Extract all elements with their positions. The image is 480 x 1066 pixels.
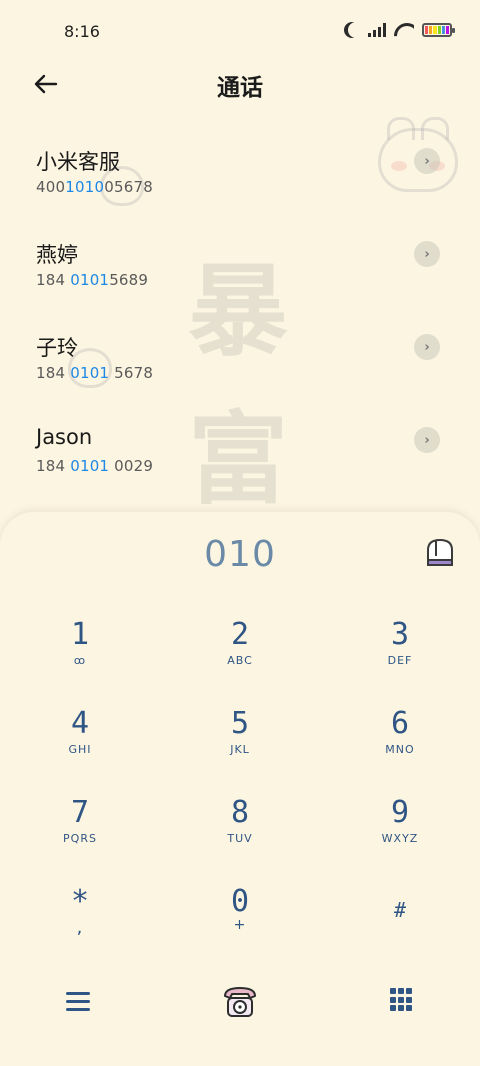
contact-item[interactable]: 燕婷 184 01015689 ›	[0, 223, 480, 316]
contact-number: 184 0101 5678	[36, 364, 153, 382]
number-prefix: 184	[36, 364, 71, 382]
contact-item[interactable]: 小米客服 400101005678 ›	[0, 130, 480, 223]
key-star[interactable]: *,	[20, 887, 140, 967]
menu-line	[66, 1000, 90, 1003]
key-digit: *	[70, 884, 90, 919]
key-digit: 2	[230, 617, 250, 652]
contact-results-list: 小米客服 400101005678 › 燕婷 184 01015689 › 子玲…	[0, 130, 480, 502]
status-icons	[344, 22, 455, 38]
dialer-sheet: 010 1ꝏ 2 ABC 3 DEF 4 GHI 5 JKL 6 MNO 7 PQRS 8T…	[0, 512, 480, 1066]
key-digit: 6	[390, 706, 410, 741]
battery-segment	[445, 26, 450, 34]
do-not-disturb-moon-icon	[348, 22, 364, 38]
key-digit: 9	[390, 795, 410, 830]
key-letters: ,	[76, 917, 84, 938]
contact-detail-chevron-icon[interactable]: ›	[414, 148, 440, 174]
key-digit: 7	[70, 795, 90, 830]
key-letters: GHI	[68, 743, 92, 756]
menu-button[interactable]	[66, 992, 90, 1016]
retro-phone-icon	[224, 987, 256, 1017]
key-letters: +	[233, 917, 247, 933]
contact-name: Jason	[36, 425, 93, 449]
key-2[interactable]: 2 ABC	[180, 620, 300, 700]
cellular-signal-icon	[368, 23, 386, 37]
key-digit: #	[393, 898, 407, 922]
key-digit: 5	[230, 706, 250, 741]
contact-number: 184 01015689	[36, 271, 148, 289]
key-6[interactable]: 6 MNO	[340, 709, 460, 789]
dialed-number-display: 010	[204, 534, 276, 575]
wifi-icon	[394, 23, 414, 37]
contact-name: 子玲	[36, 336, 78, 360]
key-5[interactable]: 5 JKL	[180, 709, 300, 789]
save-contact-button[interactable]	[422, 536, 458, 570]
number-prefix: 184	[36, 271, 71, 289]
key-0[interactable]: 0 +	[180, 887, 300, 967]
key-letters: ABC	[227, 654, 253, 667]
page-header: 通话	[0, 62, 480, 106]
key-letters: DEF	[387, 654, 413, 667]
battery-segment	[425, 26, 429, 34]
menu-line	[66, 1008, 90, 1011]
number-suffix: 05678	[104, 178, 153, 196]
key-digit: 8	[230, 795, 250, 830]
key-letters: JKL	[230, 743, 250, 756]
keypad-toggle-button[interactable]	[390, 988, 414, 1012]
call-button[interactable]	[220, 982, 260, 1022]
status-bar: 8:16	[0, 0, 480, 62]
key-3[interactable]: 3 DEF	[340, 620, 460, 700]
key-9[interactable]: 9 WXYZ	[340, 798, 460, 878]
page-title: 通话	[217, 75, 263, 101]
key-letters: WXYZ	[381, 832, 419, 845]
contact-item[interactable]: 子玲 184 0101 5678 ›	[0, 316, 480, 409]
key-hash[interactable]: #	[340, 900, 460, 980]
number-prefix: 400	[36, 178, 66, 196]
battery-segment	[437, 26, 441, 34]
contact-number: 400101005678	[36, 178, 153, 196]
key-digit: 1	[70, 617, 90, 652]
voicemail-icon: ꝏ	[73, 654, 87, 667]
contact-name: 燕婷	[36, 243, 78, 267]
number-suffix: 5678	[109, 364, 154, 382]
battery-segment	[433, 26, 437, 34]
key-letters: PQRS	[63, 832, 97, 845]
battery-segment	[429, 26, 433, 34]
battery-segment	[441, 26, 445, 34]
key-letters: MNO	[385, 743, 415, 756]
number-match: 0101	[70, 457, 110, 475]
key-digit: 0	[230, 884, 250, 919]
key-digit: 4	[70, 706, 90, 741]
dialer-bottom-bar	[0, 982, 480, 1042]
contact-detail-chevron-icon[interactable]: ›	[414, 334, 440, 360]
number-prefix: 184	[36, 457, 71, 475]
key-8[interactable]: 8 TUV	[180, 798, 300, 878]
number-suffix: 5689	[109, 271, 149, 289]
contact-detail-chevron-icon[interactable]: ›	[414, 241, 440, 267]
contact-detail-chevron-icon[interactable]: ›	[414, 427, 440, 453]
save-contact-icon	[427, 538, 453, 566]
number-match: 0101	[70, 364, 110, 382]
number-suffix: 0029	[109, 457, 154, 475]
key-letters: TUV	[227, 832, 253, 845]
battery-icon	[422, 23, 455, 37]
number-match: 1010	[65, 178, 105, 196]
key-4[interactable]: 4 GHI	[20, 709, 140, 789]
key-7[interactable]: 7 PQRS	[20, 798, 140, 878]
menu-line	[66, 992, 90, 995]
status-time: 8:16	[64, 22, 100, 41]
number-match: 0101	[70, 271, 110, 289]
contact-number: 184 0101 0029	[36, 457, 153, 475]
key-1[interactable]: 1ꝏ	[20, 620, 140, 700]
contact-name: 小米客服	[36, 150, 120, 174]
contact-item[interactable]: Jason 184 0101 0029 ›	[0, 409, 480, 502]
key-digit: 3	[390, 617, 410, 652]
